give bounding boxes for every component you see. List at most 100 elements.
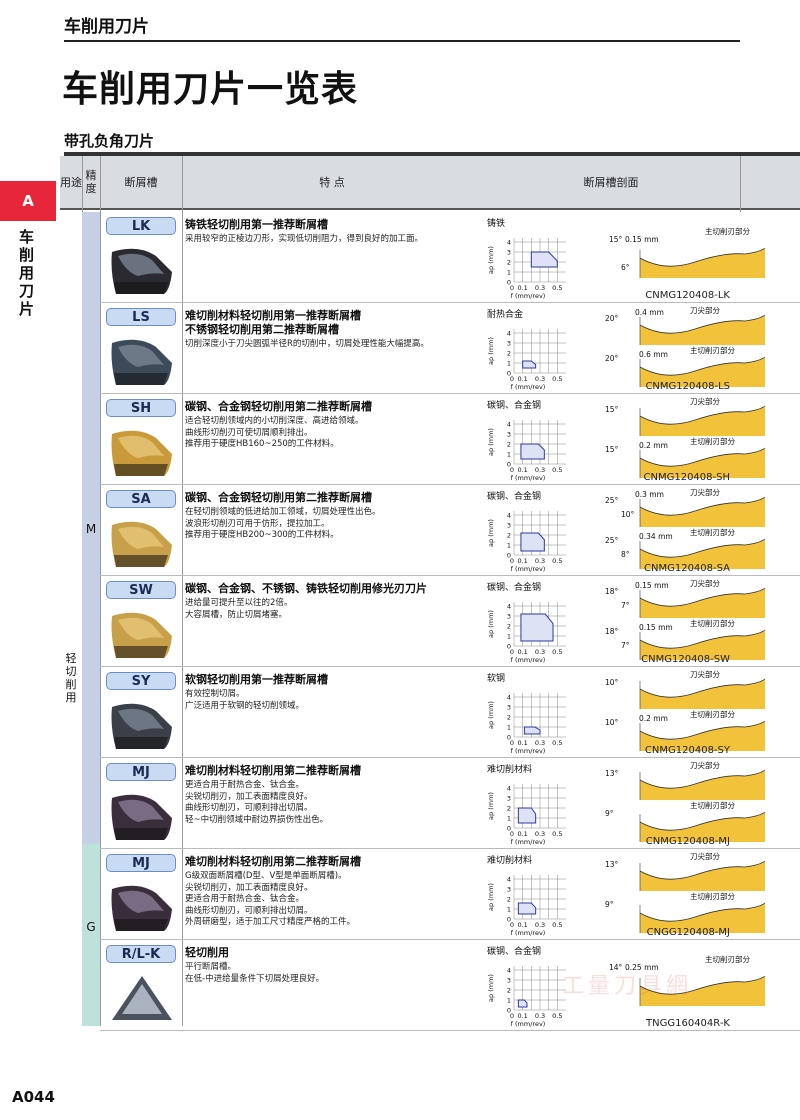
- feature-description-line: 平行断屑槽。: [185, 962, 237, 972]
- part-label: 刀尖部分: [690, 396, 720, 406]
- application-range: 4 3 2 1 0 0.1 0.3 0.5 0 ap (mm) f (mm/rev): [484, 408, 582, 484]
- table-row: MJ 难切削材料轻切削用第二推荐断屑槽 更适合用于耐热合金、钛合金。 尖锐切削刃，加工…: [100, 758, 800, 849]
- y-tick-label: 3: [507, 886, 511, 894]
- x-tick-label: 0.3: [535, 739, 545, 747]
- application-range: 4 3 2 1 0 0.1 0.3 0.5 0 ap (mm) f (mm/rev): [484, 681, 582, 757]
- x-tick-label: 0.5: [552, 921, 562, 929]
- page-title: 车削用刀片一览表: [62, 69, 359, 110]
- table-row: SY 软钢轻切削用第一推荐断屑槽 有效控制切屑。 广泛适用于软钢的轻切削领域。 软钢 4 3…: [100, 667, 800, 758]
- angle-label: 15°: [605, 405, 619, 414]
- header-features: 特 点: [319, 176, 345, 189]
- page-number: A044: [12, 1088, 55, 1106]
- chipbreaker-code-badge[interactable]: SA: [106, 490, 176, 508]
- feature-description-line: 曲线形切削刃，可顺利排出切屑。: [185, 803, 313, 813]
- feature-description-line: G级双面断屑槽(D型、V型是单面断屑槽)。: [185, 871, 347, 881]
- angle-label: 6°: [621, 263, 630, 272]
- model-number: CNMG120408-SW: [641, 654, 730, 665]
- part-label: 刀尖部分: [690, 760, 720, 770]
- y-axis-label: ap (mm): [487, 246, 495, 274]
- y-tick-label: 4: [507, 967, 511, 975]
- y-tick-label: 3: [507, 704, 511, 712]
- model-number: CNMG120408-MJ: [645, 836, 730, 847]
- feature-description-line: 推荐用于硬度HB160~250的工件材料。: [185, 439, 339, 449]
- insert-image: [111, 885, 172, 931]
- chipbreaker-code-badge[interactable]: SW: [106, 581, 176, 599]
- chipbreaker-code-badge[interactable]: MJ: [106, 763, 176, 781]
- x-tick-label: 0.5: [552, 1012, 562, 1020]
- feature-title: 碳钢、合金钢轻切削用第二推荐断屑槽: [185, 400, 485, 414]
- land-label: 0.6 mm: [639, 350, 668, 359]
- y-tick-label: 4: [507, 421, 511, 429]
- chipbreaker-code-badge[interactable]: R/L-K: [106, 945, 176, 963]
- y-tick-label: 2: [507, 896, 511, 904]
- chipbreaker-code-badge[interactable]: SH: [106, 399, 176, 417]
- angle-label: 18°: [605, 587, 619, 596]
- application-range-area: [520, 443, 545, 460]
- chipbreaker-code-badge[interactable]: LS: [106, 308, 176, 326]
- part-label: 主切削刃部分: [705, 226, 750, 236]
- feature-description-line: 轻~中切削领域中耐边界损伤性出色。: [185, 814, 329, 825]
- feature-title: 碳钢、合金钢轻切削用第二推荐断屑槽: [185, 491, 485, 505]
- feature-description-line: 广泛适用于软钢的轻切削领域。: [185, 700, 305, 711]
- feature-description-line: 曲线形切削刃可使切屑顺利排出。: [185, 427, 313, 438]
- angle-label: 15°: [605, 445, 619, 454]
- application-range: 4 3 2 1 0 0.1 0.3 0.5 0 ap (mm) f (mm/rev): [484, 590, 582, 666]
- watermark: 工量刀具網: [562, 974, 693, 999]
- feature-description-line: 切削深度小于刀尖圆弧半径R的切削中，切屑处理性能大幅提高。: [185, 339, 429, 349]
- land-label: 0.15 mm: [639, 623, 673, 632]
- angle-label: 20°: [605, 314, 619, 323]
- chipbreaker-code-badge[interactable]: MJ: [106, 854, 176, 872]
- table-row: SW 碳钢、合金钢、不锈钢、铸铁轻切削用修光刃刀片 进给量可提升至以往的2倍。 大容屑…: [100, 576, 800, 667]
- land-label: 0.15 mm: [625, 235, 659, 244]
- y-tick-label: 2: [507, 259, 511, 267]
- x-tick-label: 0.3: [535, 1012, 545, 1020]
- insert-image: [111, 339, 172, 385]
- x-tick-label: 0.3: [535, 375, 545, 383]
- chipbreaker-code-badge[interactable]: SY: [106, 672, 176, 690]
- x-tick-label: 0.5: [552, 284, 562, 292]
- x-tick-label: 0.5: [552, 648, 562, 656]
- x-tick-label: 0.5: [552, 830, 562, 838]
- application-range-chart: 432100.1 0.3 0.50ap (mm)f (mm/rev): [487, 602, 566, 664]
- insert-photo: [108, 515, 176, 571]
- y-tick-label: 2: [507, 714, 511, 722]
- x-tick-label: 0.3: [535, 921, 545, 929]
- feature-description: 适合轻切削领域内的小切削深度、高进给领域。 曲线形切削刃可使切屑顺利排出。 推荐用于…: [185, 416, 485, 451]
- header-rule: [64, 40, 740, 42]
- model-number: CNMG120408-SH: [643, 472, 731, 483]
- angle-label: 10°: [621, 510, 635, 519]
- part-label: 主切削刃部分: [690, 891, 735, 901]
- insert-side: [114, 373, 168, 385]
- use-column: 轻切削用: [60, 212, 82, 1026]
- feature-description: G级双面断屑槽(D型、V型是单面断屑槽)。 尖锐切削刃，加工表面精度良好。 更适合用…: [185, 871, 485, 929]
- angle-label: 8°: [621, 550, 630, 559]
- angle-label: 9°: [605, 900, 614, 909]
- feature-title-line: 难切削材料轻切削用第二推荐断屑槽: [185, 764, 361, 777]
- part-label: 刀尖部分: [690, 487, 720, 497]
- insert-side: [114, 282, 168, 294]
- angle-label: 7°: [621, 601, 630, 610]
- insert-photo: [108, 606, 176, 662]
- precision-m-cell: M: [82, 212, 100, 844]
- side-tab[interactable]: A: [0, 181, 56, 221]
- feature-title-line: 软钢轻切削用第一推荐断屑槽: [185, 673, 328, 686]
- model-number: TNGG160404R-K: [646, 1018, 730, 1029]
- part-label: 主切削刃部分: [705, 954, 750, 964]
- feature-description-line: 在低-中进给量条件下切屑处理良好。: [185, 973, 325, 984]
- x-axis-label: f (mm/rev): [511, 656, 546, 664]
- part-label: 主切削刃部分: [690, 527, 735, 537]
- angle-label: 25°: [605, 496, 619, 505]
- insert-photo: [108, 879, 176, 935]
- y-tick-label: 1: [507, 633, 511, 641]
- y-tick-label: 1: [507, 451, 511, 459]
- insert-image: [111, 703, 172, 749]
- feature-title-line: 碳钢、合金钢轻切削用第二推荐断屑槽: [185, 491, 372, 504]
- feature-description-line: 在轻切削领域的低进给加工领域，切屑处理性出色。: [185, 507, 381, 517]
- application-range: 4 3 2 1 0 0.1 0.3 0.5 0 ap (mm) f (mm/rev): [484, 772, 582, 848]
- chipbreaker-code-badge[interactable]: LK: [106, 217, 176, 235]
- y-tick-label: 3: [507, 340, 511, 348]
- angle-label: 25°: [605, 536, 619, 545]
- y-axis-label: ap (mm): [487, 883, 495, 911]
- feature-description-line: 曲线形切削刃，可顺利排出切屑。: [185, 905, 313, 916]
- part-label: 刀尖部分: [690, 305, 720, 315]
